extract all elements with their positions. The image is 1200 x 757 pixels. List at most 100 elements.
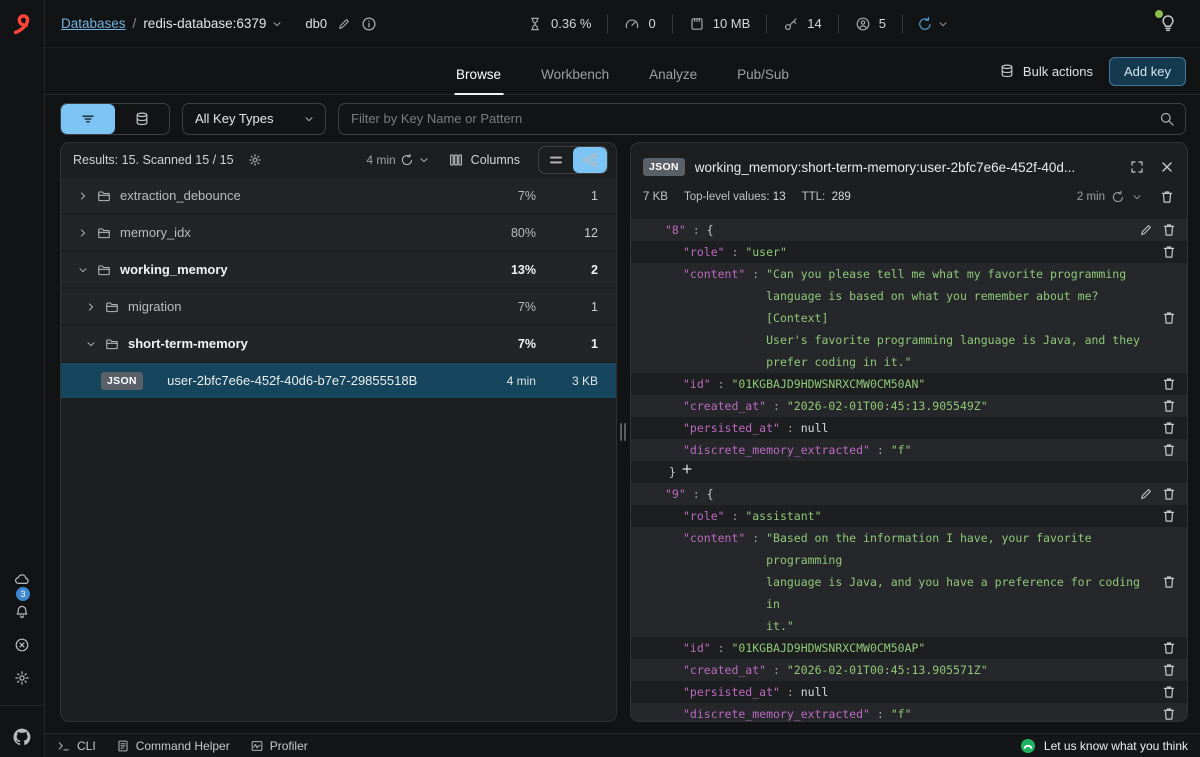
close-details-icon[interactable]: [1159, 159, 1175, 175]
json-value[interactable]: "2026-02-01T00:45:13.905549Z": [787, 395, 988, 417]
json-value[interactable]: "f": [891, 703, 912, 721]
key-search-input[interactable]: [351, 111, 1159, 126]
json-key[interactable]: "8": [665, 219, 686, 241]
refresh-icon[interactable]: [1111, 190, 1125, 204]
delete-icon[interactable]: [1161, 244, 1177, 260]
insights-lightbulb-button[interactable]: [1158, 12, 1178, 35]
tab-workbench[interactable]: Workbench: [539, 55, 611, 95]
json-key[interactable]: "content": [683, 527, 745, 549]
add-key-button[interactable]: Add key: [1109, 57, 1186, 86]
chevron-right-icon[interactable]: [85, 301, 97, 313]
search-icon[interactable]: [1159, 111, 1175, 127]
json-value[interactable]: "assistant": [745, 505, 821, 527]
delete-icon[interactable]: [1161, 442, 1177, 458]
json-row: "content" : "Can you please tell me what…: [631, 263, 1187, 373]
bulk-actions-button[interactable]: Bulk actions: [999, 63, 1093, 79]
key-name[interactable]: working_memory:short-term-memory:user-2b…: [695, 160, 1075, 175]
redisearch-button[interactable]: [115, 104, 169, 134]
json-key[interactable]: "persisted_at": [683, 417, 780, 439]
settings-gear-icon[interactable]: [14, 670, 30, 686]
breadcrumb-databases-link[interactable]: Databases: [61, 16, 126, 31]
ttl[interactable]: TTL: 289: [802, 191, 851, 203]
delete-icon[interactable]: [1161, 376, 1177, 392]
tree-view-button[interactable]: [573, 147, 607, 173]
delete-key-icon[interactable]: [1159, 189, 1175, 205]
json-key[interactable]: "content": [683, 263, 745, 285]
chevron-down-icon[interactable]: [77, 264, 89, 276]
delete-icon[interactable]: [1161, 662, 1177, 678]
cloud-icon[interactable]: [14, 571, 30, 587]
github-icon[interactable]: [12, 727, 32, 747]
delete-icon[interactable]: [1161, 684, 1177, 700]
json-value-rows[interactable]: "8" : {"role" : "user""content" : "Can y…: [631, 219, 1187, 721]
notifications-bell-icon[interactable]: [14, 604, 30, 620]
chevron-down-icon[interactable]: [85, 338, 97, 350]
keys-refresh-button[interactable]: 4 min: [366, 153, 429, 167]
delete-icon[interactable]: [1161, 486, 1177, 502]
tree-folder-row[interactable]: migration7%1: [61, 289, 616, 324]
tree-folder-row[interactable]: memory_idx80%12: [61, 215, 616, 250]
chevron-right-icon[interactable]: [77, 190, 89, 202]
delete-icon[interactable]: [1161, 640, 1177, 656]
panel-resize-handle[interactable]: [621, 142, 624, 722]
json-key[interactable]: "created_at": [683, 395, 766, 417]
json-value[interactable]: "01KGBAJD9HDWSNRXCMW0CM50AN": [731, 373, 925, 395]
cli-button[interactable]: CLI: [57, 739, 96, 753]
json-key[interactable]: "role": [683, 505, 725, 527]
json-key[interactable]: "persisted_at": [683, 681, 780, 703]
tab-browse[interactable]: Browse: [454, 55, 503, 95]
key-type-dropdown[interactable]: All Key Types: [182, 103, 326, 135]
scan-settings-gear-icon[interactable]: [248, 153, 262, 167]
delete-icon[interactable]: [1161, 574, 1177, 590]
fullscreen-icon[interactable]: [1129, 159, 1145, 175]
json-key[interactable]: "role": [683, 241, 725, 263]
json-value[interactable]: "Can you please tell me what my favorite…: [766, 263, 1153, 373]
json-value[interactable]: null: [801, 417, 829, 439]
edit-icon[interactable]: [1139, 223, 1153, 237]
json-key[interactable]: "id": [683, 373, 711, 395]
chevron-down-icon[interactable]: [1131, 191, 1143, 203]
tree-folder-row[interactable]: extraction_debounce7%1: [61, 178, 616, 213]
json-value[interactable]: "01KGBAJD9HDWSNRXCMW0CM50AP": [731, 637, 925, 659]
json-value[interactable]: "2026-02-01T00:45:13.905571Z": [787, 659, 988, 681]
feedback-button[interactable]: Let us know what you think: [1020, 738, 1188, 754]
database-selector[interactable]: redis-database:6379: [143, 16, 283, 31]
edit-icon[interactable]: [1139, 487, 1153, 501]
delete-icon[interactable]: [1161, 420, 1177, 436]
tree-folder-row[interactable]: working_memory13%2: [61, 252, 616, 287]
tree-folder-row[interactable]: short-term-memory7%1: [61, 326, 616, 361]
json-key[interactable]: "discrete_memory_extracted": [683, 703, 870, 721]
chevron-right-icon[interactable]: [77, 227, 89, 239]
json-key[interactable]: "created_at": [683, 659, 766, 681]
stat-memory: 10 MB: [673, 16, 767, 32]
columns-button[interactable]: Columns: [448, 152, 520, 168]
tab-analyze[interactable]: Analyze: [647, 55, 699, 95]
delete-icon[interactable]: [1161, 508, 1177, 524]
edit-db-pencil-icon[interactable]: [337, 17, 351, 31]
json-value[interactable]: "f": [891, 439, 912, 461]
json-value[interactable]: "user": [745, 241, 787, 263]
json-value[interactable]: "Based on the information I have, your f…: [766, 527, 1153, 637]
delete-icon[interactable]: [1161, 222, 1177, 238]
json-key[interactable]: "id": [683, 637, 711, 659]
delete-icon[interactable]: [1161, 398, 1177, 414]
json-key[interactable]: "discrete_memory_extracted": [683, 439, 870, 461]
stat-keys: 14: [767, 16, 837, 32]
stats-refresh-button[interactable]: [903, 16, 963, 32]
tab-pubsub[interactable]: Pub/Sub: [735, 55, 791, 95]
db-info-icon[interactable]: [361, 16, 377, 32]
delete-icon[interactable]: [1161, 706, 1177, 721]
tree-key-row[interactable]: JSONuser-2bfc7e6e-452f-40d6-b7e7-2985551…: [61, 363, 616, 398]
profiler-button[interactable]: Profiler: [250, 739, 308, 753]
folder-key-count: 1: [536, 189, 616, 203]
list-view-button[interactable]: [539, 147, 573, 173]
command-helper-button[interactable]: Command Helper: [116, 739, 230, 753]
key-tree[interactable]: extraction_debounce7%1memory_idx80%12wor…: [61, 177, 616, 721]
delete-icon[interactable]: [1161, 310, 1177, 326]
support-icon[interactable]: [14, 637, 30, 653]
json-value[interactable]: null: [801, 681, 829, 703]
add-item-icon[interactable]: [680, 462, 694, 476]
json-key[interactable]: "9": [665, 483, 686, 505]
add-item-button[interactable]: [680, 461, 694, 483]
filter-view-button[interactable]: [61, 104, 115, 134]
